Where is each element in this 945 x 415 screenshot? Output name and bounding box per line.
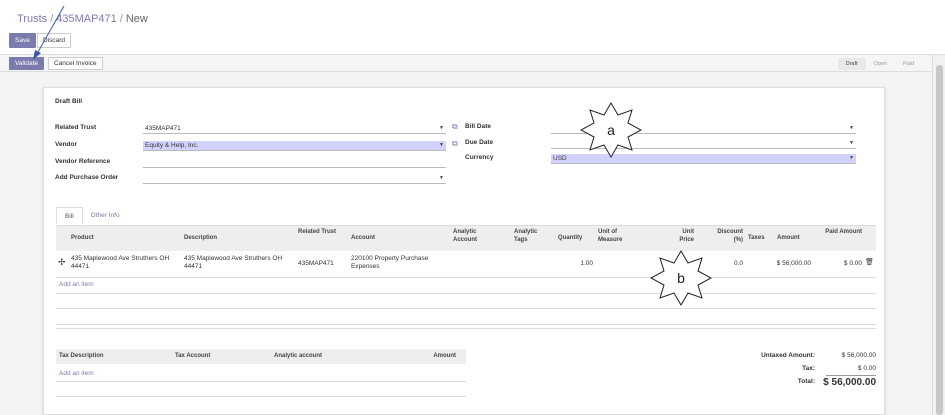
due-date-label: Due Date — [465, 139, 494, 146]
row-divider — [56, 277, 876, 278]
line-account[interactable]: 220100 Property Purchase Expenses — [351, 255, 449, 271]
col-taxes[interactable]: Taxes — [748, 235, 765, 243]
vendor-label: Vendor — [55, 141, 78, 148]
control-panel: Trusts/435MAP471/New Save Discard — [0, 0, 945, 55]
bill-date-label: Bill Date — [465, 123, 492, 130]
add-purchase-order-field[interactable]: ▼ — [143, 174, 446, 184]
row-divider — [56, 328, 876, 329]
line-description[interactable]: 435 Maplewood Ave Struthers OH 44471 — [184, 255, 296, 271]
add-line-item-link[interactable]: Add an item — [59, 281, 94, 288]
breadcrumb-separator: / — [119, 13, 123, 25]
dropdown-caret-icon: ▼ — [849, 155, 854, 161]
line-quantity[interactable]: 1.00 — [558, 260, 593, 268]
breadcrumb-current: New — [125, 13, 148, 25]
callout-star-a: a — [580, 102, 642, 158]
col-description[interactable]: Description — [184, 235, 217, 243]
dropdown-caret-icon: ▼ — [849, 125, 854, 131]
tax-value: $ 0.00 — [857, 365, 876, 372]
total-value: $ 56,000.00 — [823, 377, 876, 388]
untaxed-amount-value: $ 56,000.00 — [841, 352, 876, 359]
col-unit-price[interactable]: Unit Price — [668, 229, 694, 244]
external-link-icon[interactable]: ⧉ — [452, 139, 458, 149]
callout-b-label: b — [677, 270, 685, 286]
tab-bill[interactable]: Bill — [56, 207, 83, 225]
row-divider — [56, 396, 466, 397]
callout-star-b: b — [650, 250, 712, 306]
row-divider — [56, 381, 466, 382]
status-steps: Draft Open Paid — [837, 58, 922, 70]
related-trust-field[interactable]: 435MAP471 ▼ — [143, 124, 446, 134]
line-paid-amount: $ 0.00 — [843, 260, 862, 267]
step-draft: Draft — [837, 58, 866, 70]
col-product[interactable]: Product — [71, 235, 94, 243]
vendor-reference-input[interactable] — [143, 158, 446, 168]
dropdown-caret-icon: ▼ — [439, 125, 444, 131]
col-analytic-account[interactable]: Analytic account — [274, 353, 322, 361]
related-trust-label: Related Trust — [55, 124, 97, 131]
add-tax-item-link[interactable]: Add an item — [59, 370, 94, 377]
line-product[interactable]: 435 Maplewood Ave Struthers OH 44471 — [71, 255, 177, 271]
scrollbar-thumb[interactable] — [936, 65, 943, 415]
callout-a-label: a — [607, 122, 615, 138]
currency-value: USD — [553, 155, 567, 162]
line-related-trust[interactable]: 435MAP471 — [298, 260, 334, 268]
add-purchase-order-label: Add Purchase Order — [55, 174, 119, 181]
col-account[interactable]: Account — [351, 235, 375, 243]
related-trust-value: 435MAP471 — [145, 125, 181, 132]
form-title: Draft Bill — [55, 98, 83, 105]
step-open[interactable]: Open — [866, 58, 895, 70]
scrollbar[interactable] — [932, 55, 945, 415]
row-divider — [56, 293, 876, 294]
col-tax-description[interactable]: Tax Description — [59, 353, 104, 361]
trash-icon[interactable]: 🗑 — [865, 259, 874, 267]
drag-handle-icon[interactable]: ✢ — [58, 258, 66, 267]
col-amount[interactable]: Amount — [777, 235, 800, 243]
row-divider — [56, 324, 876, 325]
col-tax-account[interactable]: Tax Account — [175, 353, 210, 361]
annotation-arrow — [33, 5, 65, 60]
untaxed-amount-label: Untaxed Amount: — [761, 352, 815, 359]
col-related-trust[interactable]: Related Trust — [298, 229, 338, 237]
vendor-reference-label: Vendor Reference — [55, 158, 111, 165]
col-unit-of-measure[interactable]: Unit of Measure — [598, 229, 642, 244]
col-quantity[interactable]: Quantity — [558, 235, 582, 243]
tax-label: Tax: — [802, 365, 815, 372]
vendor-value: Equity & Help, Inc. — [145, 142, 199, 149]
row-divider — [56, 308, 876, 309]
vendor-field[interactable]: Equity & Help, Inc. ▼ — [143, 141, 446, 151]
status-bar: Validate Cancel Invoice Draft Open Paid — [0, 55, 932, 72]
step-paid[interactable]: Paid — [895, 58, 922, 70]
line-discount[interactable]: 0.0 — [709, 260, 743, 268]
tab-other-info[interactable]: Other Info — [83, 207, 128, 225]
dropdown-caret-icon: ▼ — [439, 142, 444, 148]
notebook-tabs: Bill Other Info — [56, 207, 128, 225]
line-amount: $ 56,000.00 — [776, 260, 811, 267]
dropdown-caret-icon: ▼ — [849, 140, 854, 146]
col-paid-amount[interactable]: Paid Amount — [822, 229, 862, 237]
dropdown-caret-icon: ▼ — [439, 175, 444, 181]
currency-label: Currency — [465, 154, 494, 161]
col-tax-amount[interactable]: Amount — [404, 353, 456, 361]
bill-form-sheet: Draft Bill Related Trust 435MAP471 ▼ Vend… — [43, 87, 885, 415]
col-analytic-account[interactable]: Analytic Account — [453, 229, 493, 244]
external-link-icon[interactable]: ⧉ — [452, 122, 458, 132]
col-discount[interactable]: Discount (%) — [709, 229, 743, 244]
col-analytic-tags[interactable]: Analytic Tags — [514, 229, 548, 244]
total-divider — [826, 375, 876, 376]
